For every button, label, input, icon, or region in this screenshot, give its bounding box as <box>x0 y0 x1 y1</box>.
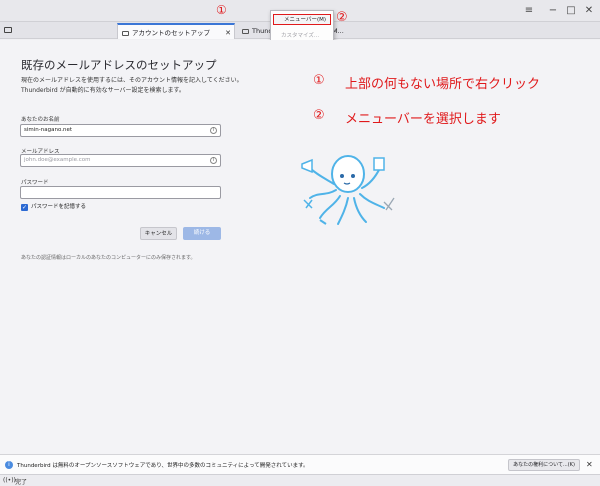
info-icon: i <box>210 127 217 134</box>
info-icon: i <box>210 157 217 164</box>
setup-description-line1: 現在のメールアドレスを使用するには、そのアカウント情報を記入してください。 <box>21 77 243 84</box>
instruction-marker-2: ② <box>313 108 325 123</box>
close-tab-icon[interactable]: ✕ <box>225 25 231 39</box>
notification-text: Thunderbird は無料のオープンソースソフトウェアであり、世界中の多数の… <box>17 463 309 469</box>
instruction-text-2: メニューバーを選択します <box>345 112 501 127</box>
annotation-marker-2: ② <box>336 10 348 25</box>
setup-description-line2: Thunderbird が自動的に有効なサーバー設定を検索します。 <box>21 87 185 94</box>
continue-button[interactable]: 続ける <box>183 227 221 240</box>
close-window-icon[interactable]: ✕ <box>582 4 596 18</box>
online-status-icon[interactable]: ((•)) <box>3 477 16 484</box>
password-field[interactable] <box>20 186 221 199</box>
cancel-button[interactable]: キャンセル <box>140 227 177 240</box>
status-text: 完了 <box>15 479 28 486</box>
account-setup-page: 既存のメールアドレスのセットアップ 現在のメールアドレスを使用するには、そのアカ… <box>0 40 600 454</box>
name-field[interactable]: simin-nagano.net i <box>20 124 221 137</box>
menu-item-menubar[interactable]: メニューバー(M) <box>273 14 331 25</box>
instruction-marker-1: ① <box>313 73 325 88</box>
app-menu-icon[interactable]: ≡ <box>522 4 536 18</box>
tab-third[interactable]: M... <box>332 23 352 39</box>
email-placeholder: john.doe@example.com <box>24 157 91 163</box>
name-value: simin-nagano.net <box>24 127 72 133</box>
close-notification-icon[interactable]: ✕ <box>586 460 593 469</box>
instruction-text-1: 上部の何もない場所で右クリック <box>345 77 541 92</box>
privacy-note: あなたの認証情報はローカルのあなたのコンピューターにのみ保存されます。 <box>21 255 196 261</box>
name-label: あなたのお名前 <box>21 117 60 123</box>
info-icon: i <box>5 461 13 469</box>
octopus-mascot-illustration <box>301 155 395 225</box>
folder-icon[interactable] <box>4 27 12 33</box>
page-title: 既存のメールアドレスのセットアップ <box>21 58 217 72</box>
annotation-marker-1: ① <box>216 3 227 17</box>
remember-password-label[interactable]: パスワードを記憶する <box>31 204 86 211</box>
tab-account-setup[interactable]: アカウントのセットアップ ✕ <box>117 23 235 39</box>
account-setup-tab-icon <box>122 31 129 36</box>
password-label: パスワード <box>21 180 49 186</box>
email-field[interactable]: john.doe@example.com i <box>20 154 221 167</box>
thunderbird-tab-icon <box>242 29 249 34</box>
tab-label: アカウントのセットアップ <box>132 29 210 37</box>
status-bar: ((•)) 完了 <box>0 474 600 486</box>
maximize-icon[interactable]: □ <box>564 4 578 18</box>
know-your-rights-button[interactable]: あなたの権利について...(K) <box>508 459 580 471</box>
minimize-icon[interactable]: − <box>546 4 560 18</box>
thunderbird-window: ① ≡ − □ ✕ アカウントのセットアップ ✕ Thunderbird M..… <box>0 0 600 486</box>
notification-bar: i Thunderbird は無料のオープンソースソフトウェアであり、世界中の多… <box>0 454 600 474</box>
remember-password-checkbox[interactable]: ✓ <box>21 204 28 211</box>
